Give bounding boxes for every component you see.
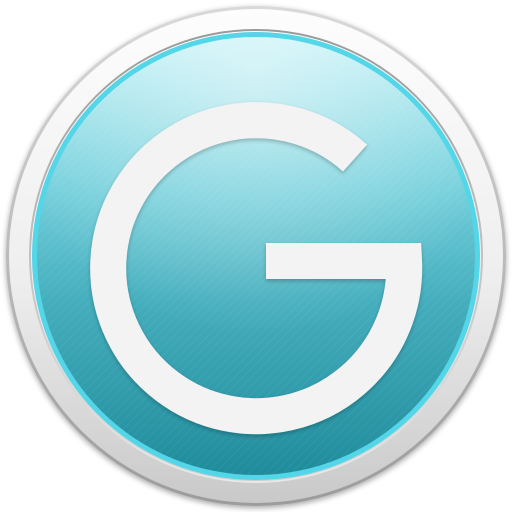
- icon-canvas: G: [0, 0, 512, 512]
- g-letter-logo-icon: G: [6, 6, 506, 506]
